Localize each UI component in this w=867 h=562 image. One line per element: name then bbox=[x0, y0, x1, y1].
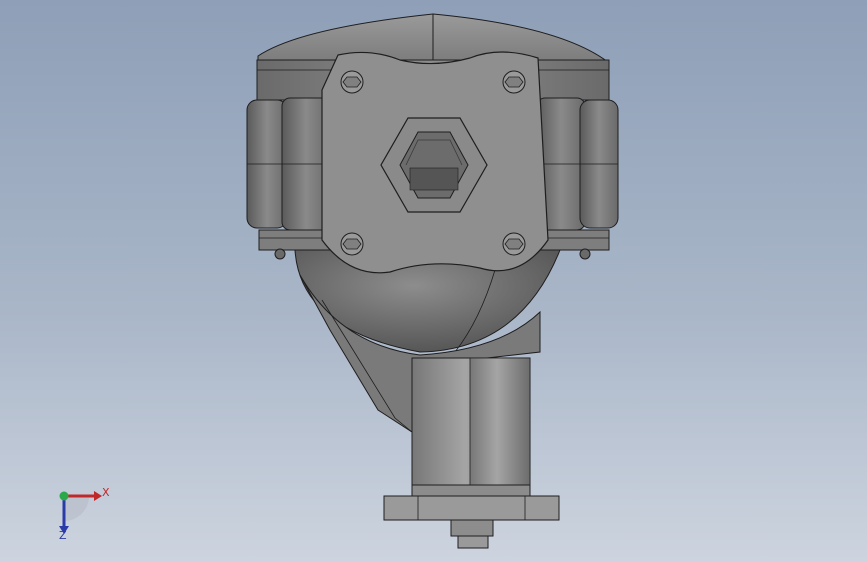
cover-bolt-tl bbox=[340, 70, 364, 94]
z-axis-label: Z bbox=[59, 529, 67, 542]
stub-bolt-nut bbox=[450, 519, 494, 537]
base-flange bbox=[383, 495, 560, 521]
x-axis-arrow-icon bbox=[94, 491, 102, 501]
3d-model-gearbox[interactable] bbox=[0, 0, 867, 562]
triad-plane-shading bbox=[64, 496, 89, 521]
y-axis-dot-icon bbox=[59, 491, 69, 501]
cover-bolt-br bbox=[502, 232, 526, 256]
coordinate-triad: X Z bbox=[44, 478, 124, 548]
stub-bolt-end bbox=[457, 535, 489, 549]
x-axis-label: X bbox=[102, 486, 110, 499]
graphics-viewport[interactable]: X Z bbox=[0, 0, 867, 562]
cover-bolt-tr bbox=[502, 70, 526, 94]
cover-bolt-bl bbox=[340, 232, 364, 256]
